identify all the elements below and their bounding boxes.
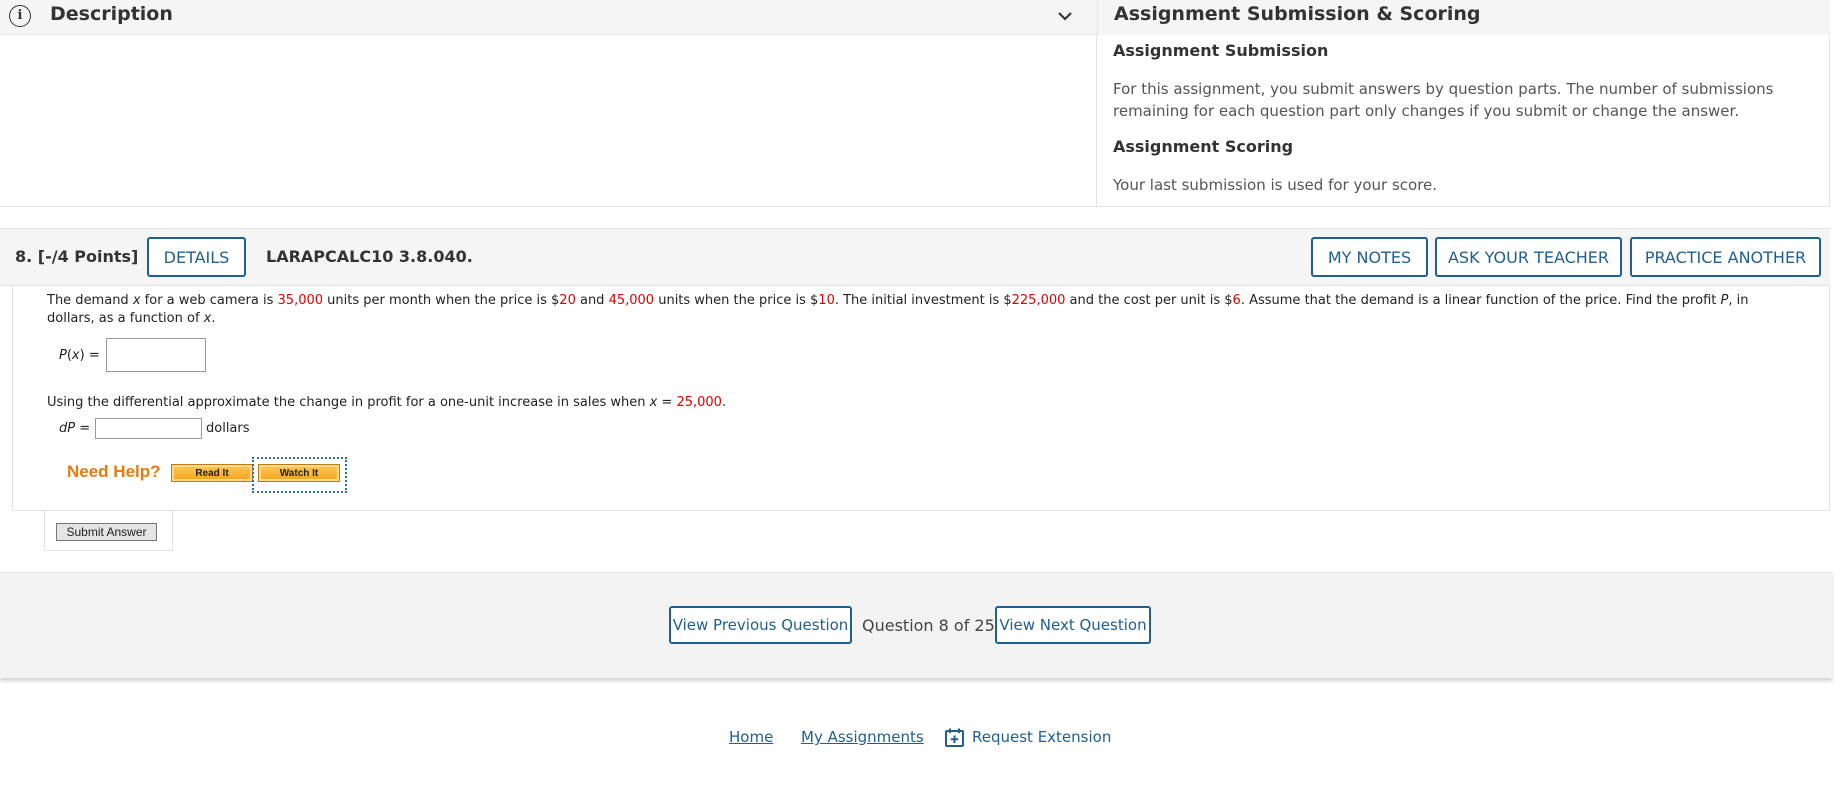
text-span: Using the differential approximate the c… xyxy=(47,395,650,410)
scoring-heading: Assignment Scoring xyxy=(1113,137,1294,156)
question-code: LARAPCALC10 3.8.040. xyxy=(266,247,473,266)
question-navigation: View Previous Question Question 8 of 25 … xyxy=(0,572,1832,678)
practice-another-button[interactable]: PRACTICE ANOTHER xyxy=(1630,237,1821,277)
text-span: units when the price is $ xyxy=(654,293,819,308)
text-span: . xyxy=(211,311,216,326)
label-part: P xyxy=(59,348,67,363)
question-text: The demand x for a web camera is 35,000 … xyxy=(47,292,1787,328)
my-assignments-link[interactable]: My Assignments xyxy=(801,728,924,746)
description-toggle[interactable]: i Description xyxy=(0,0,1097,35)
question-header: 8. [-/4 Points] DETAILS LARAPCALC10 3.8.… xyxy=(0,228,1830,286)
text-span: and xyxy=(575,293,609,308)
ask-teacher-button[interactable]: ASK YOUR TEACHER xyxy=(1435,237,1622,277)
request-extension-link[interactable]: Request Extension xyxy=(972,728,1111,746)
value-price-1: 20 xyxy=(559,293,576,308)
text-span: . Assume that the demand is a linear fun… xyxy=(1240,293,1721,308)
dp-label: dP = xyxy=(59,421,90,436)
value-price-2: 10 xyxy=(818,293,835,308)
question-points: 8. [-/4 Points] xyxy=(15,247,139,266)
text-span: units per month when the price is $ xyxy=(323,293,560,308)
dp-answer-input[interactable] xyxy=(95,418,202,439)
label-part: = xyxy=(75,421,91,436)
submission-heading: Assignment Submission xyxy=(1113,41,1329,60)
question-position: Question 8 of 25 xyxy=(862,616,995,635)
scoring-header: Assignment Submission & Scoring xyxy=(1097,0,1830,35)
text-span: = xyxy=(657,395,677,410)
label-part: x xyxy=(71,348,80,363)
dp-unit: dollars xyxy=(206,421,250,436)
view-previous-question-button[interactable]: View Previous Question xyxy=(669,606,852,644)
need-help-label: Need Help? xyxy=(67,462,161,481)
home-link[interactable]: Home xyxy=(729,728,773,746)
text-span: for a web camera is xyxy=(140,293,278,308)
px-answer-input[interactable] xyxy=(106,338,206,372)
my-notes-button[interactable]: MY NOTES xyxy=(1311,237,1428,277)
top-panels: i Description Assignment Submission & Sc… xyxy=(0,0,1830,207)
question-part2-text: Using the differential approximate the c… xyxy=(47,394,1787,412)
value-demand-1: 35,000 xyxy=(277,293,324,308)
details-button[interactable]: DETAILS xyxy=(147,237,246,277)
scoring-text: Your last submission is used for your sc… xyxy=(1113,176,1438,194)
submission-scoring-panel: Assignment Submission & Scoring Assignme… xyxy=(1097,0,1830,207)
value-unit-cost: 6 xyxy=(1232,293,1241,308)
variable-x: x xyxy=(132,293,141,308)
scoring-title: Assignment Submission & Scoring xyxy=(1114,3,1481,25)
text-span: The demand xyxy=(47,293,133,308)
read-it-button[interactable]: Read It xyxy=(171,464,253,482)
description-panel xyxy=(0,35,1097,207)
view-next-question-button[interactable]: View Next Question xyxy=(995,606,1151,644)
description-title: Description xyxy=(50,3,173,25)
calendar-plus-icon[interactable] xyxy=(944,727,965,748)
text-span: . The initial investment is $ xyxy=(834,293,1012,308)
text-span: and the cost per unit is $ xyxy=(1065,293,1233,308)
submit-answer-button[interactable]: Submit Answer xyxy=(56,523,157,541)
label-part: ) = xyxy=(79,348,100,363)
watch-it-button[interactable]: Watch It xyxy=(258,464,340,482)
chevron-down-icon[interactable] xyxy=(1055,6,1075,26)
submission-text: For this assignment, you submit answers … xyxy=(1113,80,1774,120)
value-investment: 225,000 xyxy=(1011,293,1066,308)
px-label: P(x) = xyxy=(59,348,100,363)
label-part: dP xyxy=(59,421,76,436)
info-icon: i xyxy=(9,5,31,27)
value-demand-2: 45,000 xyxy=(608,293,655,308)
value-x: 25,000 xyxy=(676,395,722,410)
text-span: . xyxy=(721,395,727,410)
